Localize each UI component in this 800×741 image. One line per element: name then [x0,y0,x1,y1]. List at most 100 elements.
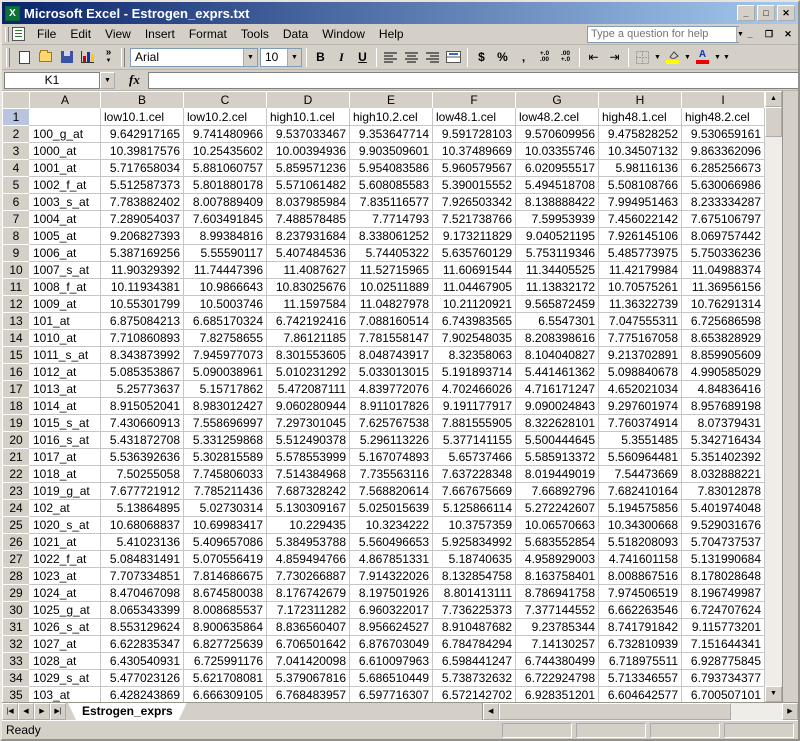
cell-H25[interactable]: 10.34300668 [599,517,682,534]
cell-E5[interactable]: 5.608085583 [350,177,433,194]
cell-C23[interactable]: 7.785211436 [184,483,267,500]
column-header-c[interactable]: C [184,92,267,109]
fill-color-button[interactable] [662,47,683,68]
row-header-25[interactable]: 25 [3,517,30,534]
cell-I8[interactable]: 8.069757442 [682,228,765,245]
cell-D35[interactable]: 6.768483957 [267,687,350,703]
cell-A12[interactable]: 1009_at [30,296,101,313]
cell-F35[interactable]: 6.572142702 [433,687,516,703]
cell-F11[interactable]: 11.04467905 [433,279,516,296]
cell-I18[interactable]: 8.957689198 [682,398,765,415]
cell-E23[interactable]: 7.568820614 [350,483,433,500]
cell-E12[interactable]: 11.04827978 [350,296,433,313]
cell-C26[interactable]: 5.409657086 [184,534,267,551]
cell-I20[interactable]: 5.342716434 [682,432,765,449]
cell-G22[interactable]: 8.019449019 [516,466,599,483]
cell-F9[interactable]: 5.635760129 [433,245,516,262]
cell-E11[interactable]: 10.02511889 [350,279,433,296]
cell-D30[interactable]: 7.172311282 [267,602,350,619]
cell-I12[interactable]: 10.76291314 [682,296,765,313]
sheet-tab-estrogen-exprs[interactable]: Estrogen_exprs [68,703,187,720]
font-size-dropdown-icon[interactable]: ▼ [287,49,301,66]
row-header-11[interactable]: 11 [3,279,30,296]
cell-C20[interactable]: 5.331259868 [184,432,267,449]
cell-D3[interactable]: 10.00394936 [267,143,350,160]
cell-D10[interactable]: 11.4087627 [267,262,350,279]
cell-A24[interactable]: 102_at [30,500,101,517]
cell-B22[interactable]: 7.50255058 [101,466,184,483]
cell-G27[interactable]: 4.958929003 [516,551,599,568]
cell-C6[interactable]: 8.007889409 [184,194,267,211]
cell-D20[interactable]: 5.512490378 [267,432,350,449]
first-sheet-button[interactable]: |◀ [2,703,18,720]
cell-E15[interactable]: 8.048743917 [350,347,433,364]
cell-C16[interactable]: 5.090038961 [184,364,267,381]
row-header-4[interactable]: 4 [3,160,30,177]
cell-A34[interactable]: 1029_s_at [30,670,101,687]
previous-sheet-button[interactable]: ◀ [18,703,34,720]
cell-F8[interactable]: 9.173211829 [433,228,516,245]
cell-D29[interactable]: 8.176742679 [267,585,350,602]
cell-E26[interactable]: 5.560496653 [350,534,433,551]
cell-C32[interactable]: 6.827725639 [184,636,267,653]
cell-E28[interactable]: 7.914322026 [350,568,433,585]
cell-E3[interactable]: 9.903509601 [350,143,433,160]
cell-G11[interactable]: 11.13832172 [516,279,599,296]
font-name-combo[interactable]: Arial ▼ [130,48,258,67]
row-header-9[interactable]: 9 [3,245,30,262]
menu-help[interactable]: Help [372,25,411,43]
cell-A6[interactable]: 1003_s_at [30,194,101,211]
cell-A14[interactable]: 1010_at [30,330,101,347]
cell-G32[interactable]: 7.14130257 [516,636,599,653]
row-header-8[interactable]: 8 [3,228,30,245]
cell-E35[interactable]: 6.597716307 [350,687,433,703]
row-header-27[interactable]: 27 [3,551,30,568]
cell-F13[interactable]: 6.743983565 [433,313,516,330]
cell-G8[interactable]: 9.040521195 [516,228,599,245]
cell-F16[interactable]: 5.191893714 [433,364,516,381]
row-header-29[interactable]: 29 [3,585,30,602]
cell-E14[interactable]: 7.781558147 [350,330,433,347]
cell-E7[interactable]: 7.7714793 [350,211,433,228]
cell-D27[interactable]: 4.859494766 [267,551,350,568]
cell-B9[interactable]: 5.387169256 [101,245,184,262]
cell-H34[interactable]: 5.713346557 [599,670,682,687]
cell-I5[interactable]: 5.630066986 [682,177,765,194]
cell-H32[interactable]: 6.732810939 [599,636,682,653]
row-header-31[interactable]: 31 [3,619,30,636]
cell-G23[interactable]: 7.66892796 [516,483,599,500]
cell-D4[interactable]: 5.859571236 [267,160,350,177]
cell-B32[interactable]: 6.622835347 [101,636,184,653]
cell-C18[interactable]: 8.983012427 [184,398,267,415]
cell-H26[interactable]: 5.518208093 [599,534,682,551]
percent-button[interactable]: % [492,47,513,68]
cell-C25[interactable]: 10.69983417 [184,517,267,534]
row-header-16[interactable]: 16 [3,364,30,381]
cell-I26[interactable]: 5.704737537 [682,534,765,551]
cell-D9[interactable]: 5.407484536 [267,245,350,262]
cell-A1[interactable] [30,109,101,126]
cell-C5[interactable]: 5.801880178 [184,177,267,194]
cell-E24[interactable]: 5.025015639 [350,500,433,517]
cell-G28[interactable]: 8.163758401 [516,568,599,585]
menu-tools[interactable]: Tools [234,25,276,43]
cell-B7[interactable]: 7.289054037 [101,211,184,228]
cell-E21[interactable]: 5.167074893 [350,449,433,466]
cell-I2[interactable]: 9.530659161 [682,126,765,143]
cell-F31[interactable]: 8.910487682 [433,619,516,636]
cell-I25[interactable]: 9.529031676 [682,517,765,534]
cell-F7[interactable]: 7.521738766 [433,211,516,228]
cell-A20[interactable]: 1016_s_at [30,432,101,449]
cell-C13[interactable]: 6.685170324 [184,313,267,330]
cell-D21[interactable]: 5.578553999 [267,449,350,466]
cell-B20[interactable]: 5.431872708 [101,432,184,449]
cell-D2[interactable]: 9.537033467 [267,126,350,143]
cell-G21[interactable]: 5.585913372 [516,449,599,466]
borders-dropdown-icon[interactable]: ▼ [653,54,662,61]
cell-A18[interactable]: 1014_at [30,398,101,415]
cell-H10[interactable]: 11.42179984 [599,262,682,279]
cell-I22[interactable]: 8.032888221 [682,466,765,483]
cell-B30[interactable]: 8.065343399 [101,602,184,619]
cell-D7[interactable]: 7.488578485 [267,211,350,228]
cell-D6[interactable]: 8.037985984 [267,194,350,211]
